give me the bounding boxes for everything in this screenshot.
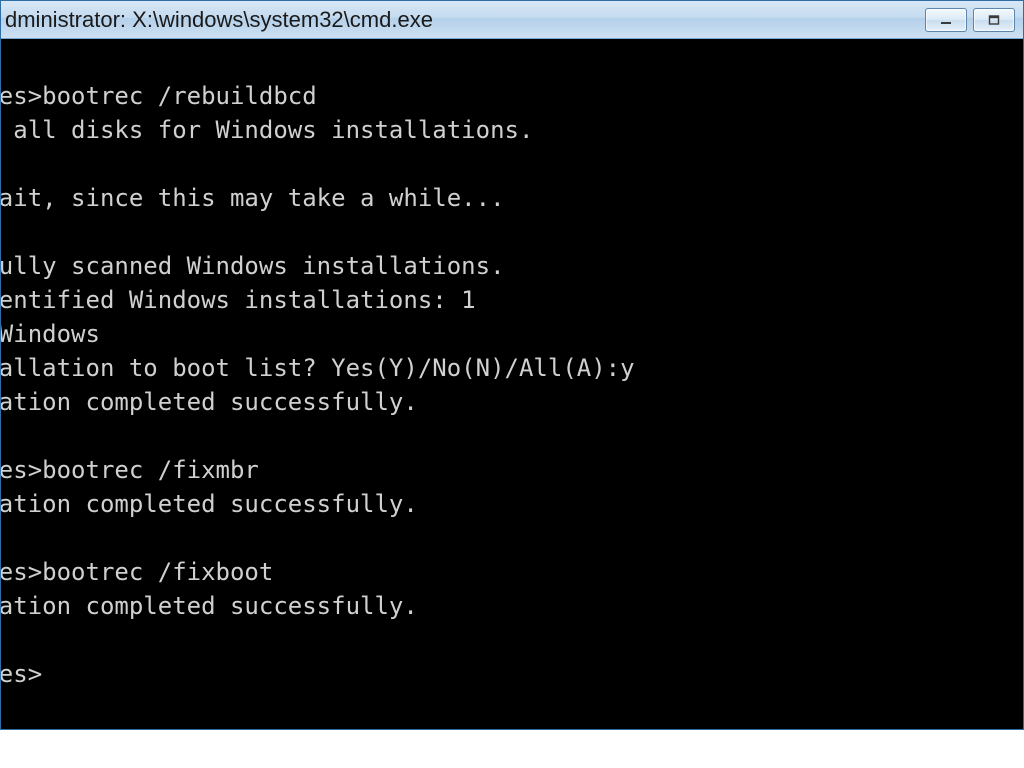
window-controls xyxy=(925,8,1017,32)
maximize-icon xyxy=(987,14,1001,26)
minimize-icon xyxy=(939,14,953,26)
cmd-window: dministrator: X:\windows\system32\cmd.ex… xyxy=(0,0,1024,730)
terminal-output: ources>bootrec /rebuildbcd ning all disk… xyxy=(1,45,1023,691)
minimize-button[interactable] xyxy=(925,8,967,32)
terminal-area[interactable]: ources>bootrec /rebuildbcd ning all disk… xyxy=(1,39,1023,729)
titlebar[interactable]: dministrator: X:\windows\system32\cmd.ex… xyxy=(1,1,1023,39)
window-title: dministrator: X:\windows\system32\cmd.ex… xyxy=(1,7,433,33)
maximize-button[interactable] xyxy=(973,8,1015,32)
